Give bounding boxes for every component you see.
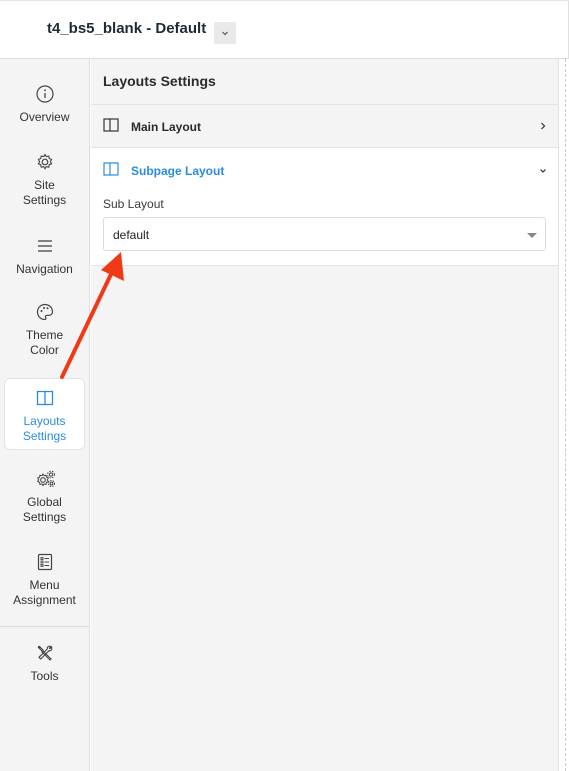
sidebar-item-menu-assignment[interactable]: Menu Assignment [0, 552, 89, 608]
sidebar-item-global-settings[interactable]: Global Settings [0, 469, 89, 525]
palette-icon [35, 302, 55, 322]
sidebar-item-site-settings[interactable]: Site Settings [0, 152, 89, 208]
layout-icon [103, 118, 119, 137]
menu-icon [35, 236, 55, 256]
sub-layout-label: Sub Layout [103, 197, 164, 211]
sidebar-item-navigation[interactable]: Navigation [0, 236, 89, 277]
template-title: t4_bs5_blank - Default [47, 20, 207, 37]
sidebar-item-label: Global Settings [22, 495, 67, 524]
sidebar-item-overview[interactable]: Overview [0, 84, 89, 125]
main-layout-row[interactable]: Main Layout [91, 104, 558, 148]
subpage-layout-header[interactable]: Subpage Layout [131, 164, 224, 178]
layout-icon [35, 388, 55, 408]
sub-layout-value: default [113, 228, 150, 242]
sidebar-item-label: Theme Color [25, 328, 64, 357]
sidebar-item-label: Layouts Settings [22, 414, 67, 443]
settings-panel: Layouts Settings Main Layout Subpage Lay… [91, 59, 558, 771]
caret-down-icon [527, 233, 537, 238]
sidebar-item-label: Tools [30, 669, 59, 683]
sidebar-divider [0, 626, 89, 627]
template-dropdown-button[interactable] [214, 22, 236, 44]
sidebar-item-label: Overview [19, 110, 70, 124]
tools-icon [35, 643, 55, 663]
dashed-guide [565, 59, 566, 771]
layout-icon [103, 162, 119, 181]
sidebar-item-tools[interactable]: Tools [0, 643, 89, 684]
sidebar-item-theme-color[interactable]: Theme Color [0, 302, 89, 358]
info-icon [35, 84, 55, 104]
sidebar-item-label: Menu Assignment [13, 578, 76, 607]
main-layout-label: Main Layout [131, 120, 202, 134]
checklist-icon [35, 552, 55, 572]
sidebar-item-layouts-settings[interactable]: Layouts Settings [4, 378, 85, 450]
gears-icon [35, 469, 55, 489]
subpage-layout-section: Subpage Layout Sub Layout default [91, 148, 558, 266]
sidebar: Overview Site Settings Navigation Theme … [0, 59, 90, 771]
chevron-down-icon[interactable] [538, 163, 548, 181]
gear-icon [35, 152, 55, 172]
sub-layout-select[interactable]: default [103, 217, 546, 251]
preview-edge [558, 59, 569, 771]
sidebar-item-label: Navigation [16, 262, 73, 276]
chevron-right-icon [538, 119, 548, 137]
chevron-down-icon [222, 31, 228, 36]
top-bar: t4_bs5_blank - Default [0, 0, 569, 60]
sidebar-item-label: Site Settings [22, 178, 67, 207]
panel-title: Layouts Settings [103, 73, 216, 89]
